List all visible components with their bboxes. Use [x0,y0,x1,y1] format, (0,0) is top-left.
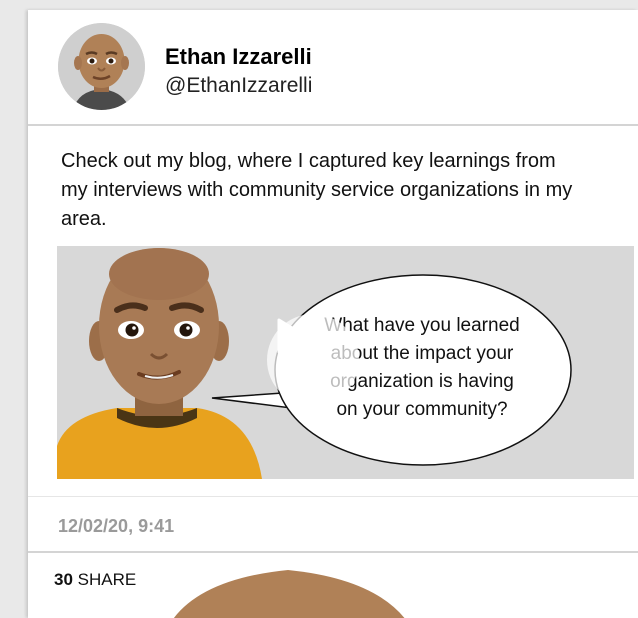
video-thumbnail[interactable]: What have you learned about the impact y… [57,246,634,479]
play-button[interactable] [267,314,359,406]
media-divider [28,496,638,497]
tweet-card: Ethan Izzarelli @EthanIzzarelli Check ou… [28,10,638,618]
tweet-header: Ethan Izzarelli @EthanIzzarelli [28,10,638,124]
play-icon [277,318,307,354]
next-post-avatar-image [173,570,405,618]
author-name[interactable]: Ethan Izzarelli [165,44,312,70]
stats-divider [28,551,638,553]
tweet-timestamp: 12/02/20, 9:41 [58,516,175,536]
tweet-text: Check out my blog, where I captured key … [61,150,573,230]
header-divider [28,124,638,126]
avatar[interactable] [58,23,145,110]
author-handle[interactable]: @EthanIzzarelli [165,74,312,98]
memoji-avatar-icon [58,23,145,110]
